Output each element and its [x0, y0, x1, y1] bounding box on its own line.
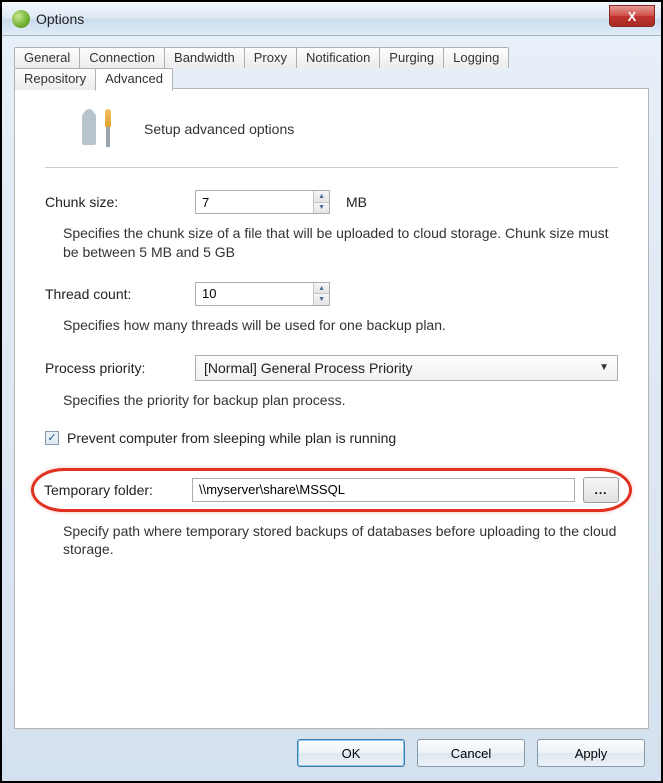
- apply-button[interactable]: Apply: [537, 739, 645, 767]
- tab-connection[interactable]: Connection: [79, 47, 165, 68]
- process-priority-row: Process priority: [Normal] General Proce…: [45, 355, 618, 381]
- process-priority-help: Specifies the priority for backup plan p…: [63, 391, 618, 410]
- tab-proxy[interactable]: Proxy: [244, 47, 297, 68]
- chunk-size-row: Chunk size: ▲ ▼ MB: [45, 190, 618, 214]
- section-title: Setup advanced options: [144, 121, 294, 137]
- tab-logging[interactable]: Logging: [443, 47, 509, 68]
- divider: [45, 167, 618, 168]
- dialog-button-bar: OK Cancel Apply: [14, 729, 649, 769]
- temp-folder-input[interactable]: [192, 478, 575, 502]
- chunk-size-help: Specifies the chunk size of a file that …: [63, 224, 618, 262]
- window-title: Options: [36, 11, 84, 27]
- thread-count-spinner[interactable]: ▲ ▼: [195, 282, 330, 306]
- tabs-row-1: General Connection Bandwidth Proxy Notif…: [14, 47, 508, 68]
- thread-count-help: Specifies how many threads will be used …: [63, 316, 618, 335]
- chunk-size-up[interactable]: ▲: [314, 191, 329, 203]
- thread-count-label: Thread count:: [45, 286, 195, 302]
- tab-general[interactable]: General: [14, 47, 80, 68]
- tools-icon: [80, 109, 116, 149]
- prevent-sleep-row: ✓ Prevent computer from sleeping while p…: [45, 430, 618, 446]
- tab-bandwidth[interactable]: Bandwidth: [164, 47, 245, 68]
- content-area: General Connection Bandwidth Proxy Notif…: [2, 36, 661, 781]
- tab-advanced[interactable]: Advanced: [95, 68, 173, 91]
- close-icon: X: [628, 9, 637, 24]
- chunk-size-unit: MB: [346, 194, 367, 210]
- thread-count-row: Thread count: ▲ ▼: [45, 282, 618, 306]
- temp-folder-label: Temporary folder:: [44, 482, 192, 498]
- section-header: Setup advanced options: [45, 109, 618, 149]
- options-window: Options X General Connection Bandwidth P…: [2, 2, 661, 781]
- temp-folder-help: Specify path where temporary stored back…: [63, 522, 618, 560]
- app-icon: [12, 10, 30, 28]
- process-priority-select[interactable]: [Normal] General Process Priority ▼: [195, 355, 618, 381]
- tabs-row-2: Repository Advanced: [14, 68, 172, 90]
- titlebar[interactable]: Options X: [2, 2, 661, 36]
- prevent-sleep-checkbox[interactable]: ✓: [45, 431, 59, 445]
- temp-folder-highlight: Temporary folder: ...: [31, 468, 632, 512]
- thread-count-up[interactable]: ▲: [314, 283, 329, 295]
- tab-notification[interactable]: Notification: [296, 47, 380, 68]
- advanced-tab-body: Setup advanced options Chunk size: ▲ ▼ M…: [15, 89, 648, 728]
- ok-button[interactable]: OK: [297, 739, 405, 767]
- tab-repository[interactable]: Repository: [14, 68, 96, 90]
- tab-purging[interactable]: Purging: [379, 47, 444, 68]
- process-priority-value: [Normal] General Process Priority: [204, 360, 413, 376]
- cancel-button[interactable]: Cancel: [417, 739, 525, 767]
- chunk-size-input[interactable]: [196, 191, 313, 213]
- chunk-size-label: Chunk size:: [45, 194, 195, 210]
- browse-button[interactable]: ...: [583, 477, 619, 503]
- chunk-size-down[interactable]: ▼: [314, 203, 329, 214]
- tab-panel: General Connection Bandwidth Proxy Notif…: [14, 88, 649, 729]
- thread-count-input[interactable]: [196, 283, 313, 305]
- process-priority-label: Process priority:: [45, 360, 195, 376]
- chunk-size-spinner[interactable]: ▲ ▼: [195, 190, 330, 214]
- chevron-down-icon: ▼: [599, 362, 609, 373]
- thread-count-down[interactable]: ▼: [314, 294, 329, 305]
- close-button[interactable]: X: [609, 5, 655, 27]
- prevent-sleep-label: Prevent computer from sleeping while pla…: [67, 430, 396, 446]
